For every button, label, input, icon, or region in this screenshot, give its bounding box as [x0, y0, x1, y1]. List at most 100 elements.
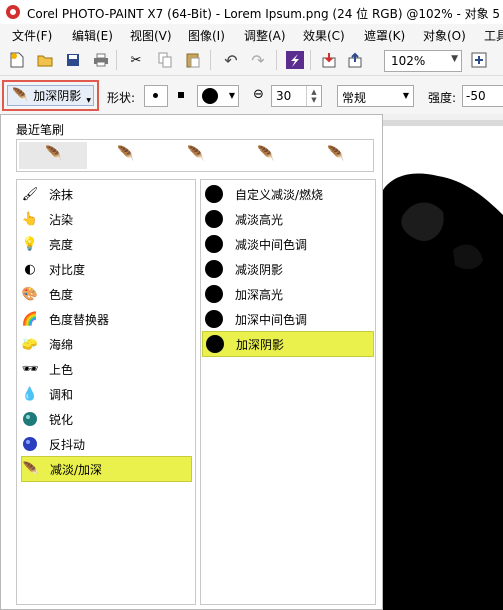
category-item-blend[interactable]: 💧 调和 — [21, 382, 191, 406]
chevron-down-icon: ▼ — [402, 91, 409, 100]
chevron-down-icon: ▼ — [451, 54, 458, 64]
type-item-dodge-shadows[interactable]: 减淡阴影 — [205, 257, 371, 281]
round-nib-icon — [205, 185, 223, 203]
menu-image[interactable]: 图像(I) — [188, 27, 225, 44]
menu-tools[interactable]: 工具 — [484, 27, 503, 44]
menu-effects[interactable]: 效果(C) — [303, 27, 345, 44]
undither-icon — [21, 435, 39, 453]
category-item-brightness[interactable]: 💡 亮度 — [21, 232, 191, 256]
menu-view[interactable]: 视图(V) — [130, 27, 172, 44]
round-nib-icon — [205, 235, 223, 253]
menu-edit[interactable]: 编辑(E) — [72, 27, 113, 44]
brush-type-button[interactable]: 🪶 加深阴影 ▼ — [7, 85, 94, 106]
dodge-burn-icon: 🪶 — [22, 461, 40, 477]
feather-brush-icon: 🪶 — [327, 146, 345, 162]
export-icon[interactable] — [346, 51, 364, 69]
type-label: 减淡高光 — [235, 212, 284, 227]
corel-connect-icon[interactable] — [286, 51, 304, 69]
category-item-hue-replacer[interactable]: 🌈 色度替换器 — [21, 307, 191, 331]
toolbar-separator — [116, 50, 117, 70]
type-item-custom-dodge-burn[interactable]: 自定义减淡/燃烧 — [205, 182, 371, 206]
type-item-burn-highlights[interactable]: 加深高光 — [205, 282, 371, 306]
type-item-dodge-highlights[interactable]: 减淡高光 — [205, 207, 371, 231]
title-bar: Corel PHOTO-PAINT X7 (64-Bit) - Lorem Ip… — [0, 0, 503, 24]
zoom-select[interactable]: 102% ▼ — [384, 50, 462, 72]
category-label: 锐化 — [49, 412, 74, 427]
standard-toolbar: ✂ ↶ ↷ 102% ▼ — [0, 45, 503, 76]
category-item-tint[interactable]: 🕶 上色 — [21, 357, 191, 381]
zoom-fit-icon[interactable] — [470, 51, 488, 69]
save-icon[interactable] — [64, 51, 82, 69]
feather-brush-icon: 🪶 — [117, 146, 135, 162]
category-label: 涂抹 — [49, 187, 74, 202]
menu-adjust[interactable]: 调整(A) — [244, 27, 286, 44]
category-label: 沾染 — [49, 212, 74, 227]
category-item-dodge-burn[interactable]: 🪶 减淡/加深 — [21, 456, 192, 482]
category-item-sponge[interactable]: 🧽 海绵 — [21, 332, 191, 356]
recent-brush-slot[interactable]: 🪶 — [229, 142, 297, 169]
hue-icon: 🎨 — [21, 286, 39, 302]
category-label: 反抖动 — [49, 437, 86, 452]
menu-mask[interactable]: 遮罩(K) — [364, 27, 405, 44]
type-item-dodge-midtones[interactable]: 减淡中间色调 — [205, 232, 371, 256]
feather-brush-icon: 🪶 — [12, 88, 29, 103]
square-nib-icon — [178, 92, 184, 98]
app-logo-icon — [6, 5, 20, 19]
nib-size-field[interactable]: 30 ▲ ▼ — [271, 85, 322, 107]
menu-file[interactable]: 文件(F) — [12, 27, 52, 44]
type-item-burn-midtones[interactable]: 加深中间色调 — [205, 307, 371, 331]
image-canvas[interactable] — [383, 120, 503, 610]
category-item-undither[interactable]: 反抖动 — [21, 432, 191, 456]
merge-mode-select[interactable]: 常规 ▼ — [337, 85, 414, 107]
contrast-icon: ◐ — [24, 261, 36, 277]
property-bar: 🪶 加深阴影 ▼ 形状: ▼ ⊖ 30 ▲ ▼ 常规 ▼ 强度: -50 — [0, 76, 503, 114]
smudge-icon: 👆 — [21, 211, 39, 227]
nib-preview-icon — [202, 88, 218, 104]
undo-icon[interactable]: ↶ — [222, 51, 240, 70]
toolbar-separator — [210, 50, 211, 70]
type-label: 减淡中间色调 — [235, 237, 308, 252]
print-icon[interactable] — [92, 51, 110, 69]
category-label: 上色 — [49, 362, 74, 377]
brush-type-list: 自定义减淡/燃烧 减淡高光 减淡中间色调 减淡阴影 加深高光 加深中间色调 加深… — [200, 179, 376, 605]
paste-icon[interactable] — [184, 51, 202, 69]
category-label: 减淡/加深 — [50, 462, 103, 477]
open-folder-icon[interactable] — [36, 51, 54, 69]
recent-brush-slot[interactable]: 🪶 — [159, 142, 227, 169]
round-nib-icon — [205, 310, 223, 328]
recent-brush-slot[interactable]: 🪶 — [299, 142, 367, 169]
chevron-down-icon: ▼ — [86, 97, 91, 104]
menu-object[interactable]: 对象(O) — [423, 27, 466, 44]
copy-icon[interactable] — [156, 51, 174, 69]
type-label: 加深中间色调 — [235, 312, 308, 327]
round-nib-icon — [153, 93, 158, 98]
shape-round-button[interactable] — [144, 85, 168, 107]
nib-select[interactable]: ▼ — [197, 85, 239, 107]
recent-brush-slot[interactable]: 🪶 — [89, 142, 157, 169]
category-item-hue[interactable]: 🎨 色度 — [21, 282, 191, 306]
category-item-contrast[interactable]: ◐ 对比度 — [21, 257, 191, 281]
round-nib-icon — [205, 260, 223, 278]
category-item-smear[interactable]: 🖌 涂抹 — [21, 182, 191, 206]
window-title: Corel PHOTO-PAINT X7 (64-Bit) - Lorem Ip… — [27, 7, 501, 21]
nib-size-value: 30 — [276, 89, 292, 103]
nib-size-spinner[interactable]: ▲ ▼ — [306, 86, 321, 106]
brush-category-list: 🖌 涂抹 👆 沾染 💡 亮度 ◐ 对比度 🎨 色度 🌈 色度替换器 🧽 海绵 � — [16, 179, 196, 605]
strength-field[interactable]: -50 — [462, 85, 503, 107]
new-file-icon[interactable] — [8, 51, 26, 69]
category-item-sharpen[interactable]: 锐化 — [21, 407, 191, 431]
type-label: 加深高光 — [235, 287, 284, 302]
category-label: 色度替换器 — [49, 312, 110, 327]
shape-square-button[interactable] — [170, 85, 192, 105]
redo-icon[interactable]: ↷ — [249, 51, 267, 70]
category-item-smudge[interactable]: 👆 沾染 — [21, 207, 191, 231]
recent-brush-slot[interactable]: 🪶 — [19, 142, 87, 169]
brush-picker-panel: 最近笔刷 🪶 🪶 🪶 🪶 🪶 🖌 涂抹 👆 沾染 💡 亮度 ◐ 对比度 🎨 色度… — [0, 114, 383, 610]
import-icon[interactable] — [320, 51, 338, 69]
sharpen-icon — [21, 410, 39, 428]
shape-label: 形状: — [107, 91, 136, 105]
type-item-burn-shadows[interactable]: 加深阴影 — [202, 331, 374, 357]
smear-icon: 🖌 — [21, 186, 39, 202]
cut-icon[interactable]: ✂ — [127, 51, 145, 69]
strength-value: -50 — [466, 89, 486, 103]
